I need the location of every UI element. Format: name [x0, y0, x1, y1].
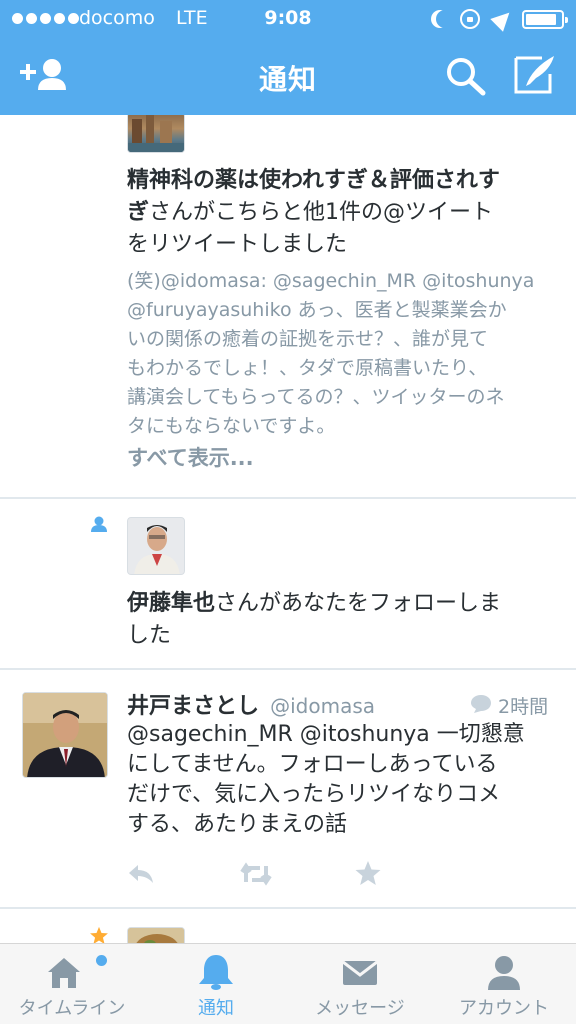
- tweet-line: だけで、気に入ったらリツイなりコメ: [127, 782, 501, 807]
- notification-text: 精神科の薬は使われすぎ＆評価されす ぎさんがこちらと他1件の@ツイート をリツイ…: [127, 165, 567, 261]
- bell-icon: [199, 955, 233, 990]
- follow-description-line2: した: [127, 623, 172, 648]
- compose-button[interactable]: [512, 54, 558, 96]
- envelope-icon: [342, 960, 378, 985]
- tab-label: 通知: [198, 998, 234, 1019]
- preview-line: タにもならないですよ。: [127, 415, 336, 437]
- person-icon: [488, 956, 520, 990]
- rotation-lock-icon: [460, 9, 480, 29]
- tweet-display-name[interactable]: 井戸まさとし: [127, 694, 259, 719]
- retweet-description-line1: さんがこちらと他1件の@ツイート: [149, 200, 494, 225]
- tab-label: タイムライン: [18, 998, 126, 1019]
- preview-line: もわかるでしょ！、タダで原稿書いたり、: [127, 357, 488, 379]
- avatar[interactable]: [127, 517, 185, 575]
- preview-line: (笑)@idomasa: @sagechin_MR @itoshunya: [127, 270, 535, 292]
- tab-messages[interactable]: メッセージ: [288, 944, 432, 1024]
- retweet-description-line2: をリツイートしました: [127, 232, 348, 257]
- avatar[interactable]: [22, 692, 108, 778]
- avatar[interactable]: [127, 115, 185, 153]
- follow-text: 伊藤隼也さんがあなたをフォローしま した: [127, 588, 567, 652]
- divider: [0, 907, 576, 909]
- tweet-text: @sagechin_MR @itoshunya 一切懇意 にしてません。フォロー…: [127, 720, 567, 840]
- tab-bar: タイムライン 通知 メッセージ アカウント: [0, 943, 576, 1024]
- search-icon: [447, 58, 486, 96]
- retweeter-name-line2[interactable]: ぎ: [127, 200, 149, 225]
- preview-line: いの関係の癒着の証拠を示せ？、誰が見て: [127, 328, 489, 350]
- star-icon: [90, 926, 108, 943]
- status-bar: docomo LTE 9:08: [0, 0, 576, 38]
- tweet-preview[interactable]: (笑)@idomasa: @sagechin_MR @itoshunya @fu…: [127, 267, 567, 441]
- tab-label: メッセージ: [315, 998, 405, 1019]
- tweet-line: する、あたりまえの話: [127, 812, 348, 837]
- conversation-icon: [471, 695, 491, 713]
- home-icon: [48, 958, 80, 988]
- tab-notifications[interactable]: 通知: [144, 944, 288, 1024]
- tab-account[interactable]: アカウント: [432, 944, 576, 1024]
- page-title: 通知: [258, 63, 317, 96]
- preview-line: @furuyayasuhiko あっ、医者と製薬業会か: [127, 299, 507, 321]
- divider: [0, 668, 576, 670]
- retweeter-name-line1[interactable]: 精神科の薬は使われすぎ＆評価されす: [127, 168, 500, 193]
- battery-icon: [522, 10, 568, 29]
- follow-person-icon: [91, 516, 107, 532]
- follow-description-line1: さんがあなたをフォローしま: [215, 591, 502, 616]
- compose-icon: [514, 56, 554, 94]
- avatar[interactable]: [127, 927, 185, 943]
- tweet-header: 井戸まさとし @idomasa: [127, 688, 557, 720]
- show-all-link[interactable]: すべて表示...: [127, 442, 254, 472]
- header: docomo LTE 9:08 通知: [0, 0, 576, 115]
- notification-list[interactable]: 精神科の薬は使われすぎ＆評価されす ぎさんがこちらと他1件の@ツイート をリツイ…: [0, 115, 576, 943]
- tweet-handle[interactable]: @idomasa: [270, 694, 375, 718]
- retweet-icon[interactable]: [238, 862, 274, 886]
- follower-name[interactable]: 伊藤隼也: [127, 591, 215, 616]
- tweet-time: 2時間: [498, 696, 549, 718]
- preview-line: 講演会してもらってるの？、ツイッターのネ: [127, 386, 505, 408]
- search-button[interactable]: [445, 56, 487, 96]
- tab-timeline[interactable]: タイムライン: [0, 944, 144, 1024]
- reply-icon[interactable]: [127, 863, 155, 885]
- unread-badge: [96, 955, 107, 966]
- moon-icon: [436, 10, 454, 28]
- divider: [0, 497, 576, 499]
- tweet-line: @sagechin_MR @itoshunya 一切懇意: [127, 722, 525, 747]
- tab-label: アカウント: [459, 998, 549, 1019]
- favorite-icon[interactable]: [354, 860, 382, 886]
- tweet-line: にしてません。フォローしあっている: [127, 752, 498, 777]
